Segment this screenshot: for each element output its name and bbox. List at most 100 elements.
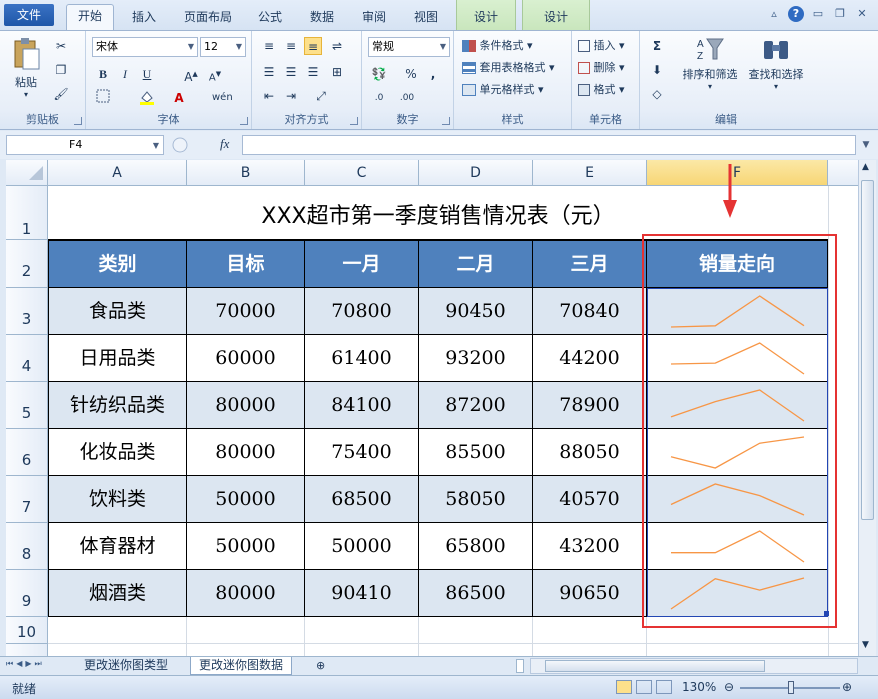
clear-icon[interactable]: ◇ (648, 85, 666, 103)
table-header-cell[interactable]: 目标 (187, 240, 305, 288)
value-cell[interactable]: 68500 (305, 476, 419, 523)
row-header-9[interactable]: 9 (6, 570, 48, 617)
table-header-cell[interactable]: 一月 (305, 240, 419, 288)
value-cell[interactable]: 60000 (187, 335, 305, 382)
currency-icon[interactable]: 💱 (370, 65, 388, 83)
tab-design-2[interactable]: 设计 (523, 6, 589, 30)
value-cell[interactable]: 70800 (305, 288, 419, 335)
category-cell[interactable]: 日用品类 (48, 335, 187, 382)
horizontal-scrollbar[interactable] (530, 658, 858, 674)
value-cell[interactable]: 50000 (187, 523, 305, 570)
row-header-10[interactable]: 10 (6, 617, 48, 644)
value-cell[interactable]: 80000 (187, 382, 305, 429)
new-sheet-icon[interactable]: ⊕ (308, 657, 333, 675)
wrap-text-icon[interactable]: ⇌ (328, 37, 346, 55)
decrease-decimal-icon[interactable]: .00 (398, 89, 416, 107)
tab-page-layout[interactable]: 页面布局 (176, 6, 240, 30)
zoom-in-icon[interactable]: ⊕ (842, 680, 852, 694)
fill-color-icon[interactable] (138, 89, 156, 107)
grow-font-icon[interactable]: A▲ (182, 65, 200, 84)
value-cell[interactable]: 80000 (187, 570, 305, 617)
value-cell[interactable]: 75400 (305, 429, 419, 476)
value-cell[interactable]: 87200 (419, 382, 533, 429)
tab-insert[interactable]: 插入 (122, 6, 166, 30)
percent-icon[interactable]: % (402, 65, 420, 83)
tab-home[interactable]: 开始 (66, 4, 114, 31)
value-cell[interactable]: 50000 (305, 523, 419, 570)
zoom-out-icon[interactable]: ⊖ (724, 680, 734, 694)
value-cell[interactable]: 90450 (419, 288, 533, 335)
sort-filter-button[interactable]: AZ 排序和筛选 ▾ (678, 35, 742, 91)
bold-icon[interactable]: B (94, 65, 112, 83)
category-cell[interactable]: 体育器材 (48, 523, 187, 570)
fill-icon[interactable]: ⬇ (648, 61, 666, 79)
font-name-select[interactable]: 宋体 ▼ (92, 37, 198, 57)
font-launcher-icon[interactable] (240, 117, 248, 125)
comma-style-icon[interactable]: , (424, 65, 442, 83)
conditional-format-button[interactable]: 条件格式 ▾ (462, 37, 533, 53)
copy-icon[interactable]: ❐ (52, 61, 70, 79)
value-cell[interactable]: 43200 (533, 523, 647, 570)
category-cell[interactable]: 针纺织品类 (48, 382, 187, 429)
number-format-select[interactable]: 常规 ▼ (368, 37, 450, 57)
scroll-up-icon[interactable]: ▲ (862, 162, 869, 172)
phonetic-icon[interactable]: wén (212, 89, 233, 107)
zoom-thumb[interactable] (788, 681, 794, 694)
align-middle-icon[interactable]: ≡ (282, 37, 300, 55)
italic-icon[interactable]: I (116, 65, 134, 83)
category-cell[interactable]: 烟酒类 (48, 570, 187, 617)
column-header-a[interactable]: A (48, 160, 187, 186)
align-left-icon[interactable]: ☰ (260, 63, 278, 81)
merge-center-icon[interactable]: ⊞ (328, 63, 346, 81)
column-header-c[interactable]: C (305, 160, 419, 186)
table-header-cell[interactable]: 三月 (533, 240, 647, 288)
find-select-button[interactable]: 查找和选择 ▾ (744, 35, 808, 91)
tab-review[interactable]: 审阅 (352, 6, 396, 30)
help-icon[interactable]: ? (788, 6, 804, 22)
value-cell[interactable]: 90650 (533, 570, 647, 617)
shrink-font-icon[interactable]: A▼ (206, 65, 224, 83)
value-cell[interactable]: 61400 (305, 335, 419, 382)
tab-formulas[interactable]: 公式 (250, 6, 290, 30)
table-header-cell[interactable]: 类别 (48, 240, 187, 288)
increase-decimal-icon[interactable]: .0 (370, 89, 388, 107)
fill-handle[interactable] (824, 611, 829, 616)
value-cell[interactable]: 85500 (419, 429, 533, 476)
window-minimize-icon[interactable]: ▭ (810, 6, 826, 22)
page-layout-view-icon[interactable] (636, 680, 652, 694)
category-cell[interactable]: 化妆品类 (48, 429, 187, 476)
tab-design-1[interactable]: 设计 (457, 6, 515, 30)
row-header-5[interactable]: 5 (6, 382, 48, 429)
cell-styles-button[interactable]: 单元格样式 ▾ (462, 81, 544, 97)
window-restore-icon[interactable]: ❐ (832, 6, 848, 22)
paste-button[interactable]: 粘贴 ▾ (8, 37, 44, 99)
font-size-select[interactable]: 12 ▼ (200, 37, 246, 57)
tab-file[interactable]: 文件 (4, 4, 54, 26)
insert-cells-button[interactable]: 插入 ▾ (578, 37, 625, 53)
borders-icon[interactable] (94, 89, 112, 107)
value-cell[interactable]: 65800 (419, 523, 533, 570)
scroll-down-icon[interactable]: ▼ (862, 640, 869, 650)
value-cell[interactable]: 84100 (305, 382, 419, 429)
name-box[interactable]: F4 ▼ (6, 135, 164, 155)
page-break-view-icon[interactable] (656, 680, 672, 694)
tab-view[interactable]: 视图 (404, 6, 448, 30)
align-center-icon[interactable]: ☰ (282, 63, 300, 81)
column-header-b[interactable]: B (187, 160, 305, 186)
table-header-cell[interactable]: 二月 (419, 240, 533, 288)
value-cell[interactable]: 90410 (305, 570, 419, 617)
orientation-icon[interactable]: ⤢ (312, 87, 330, 105)
scroll-thumb[interactable] (861, 180, 874, 520)
value-cell[interactable]: 88050 (533, 429, 647, 476)
column-header-d[interactable]: D (419, 160, 533, 186)
autosum-icon[interactable]: Σ (648, 37, 666, 55)
clipboard-launcher-icon[interactable] (74, 117, 82, 125)
formula-input[interactable] (242, 135, 856, 155)
underline-icon[interactable]: U (138, 65, 156, 83)
value-cell[interactable]: 44200 (533, 335, 647, 382)
value-cell[interactable]: 93200 (419, 335, 533, 382)
align-right-icon[interactable]: ☰ (304, 63, 322, 81)
tab-data[interactable]: 数据 (300, 6, 344, 30)
row-header-8[interactable]: 8 (6, 523, 48, 570)
sheet-tab-2[interactable]: 更改迷你图数据 (190, 657, 293, 675)
